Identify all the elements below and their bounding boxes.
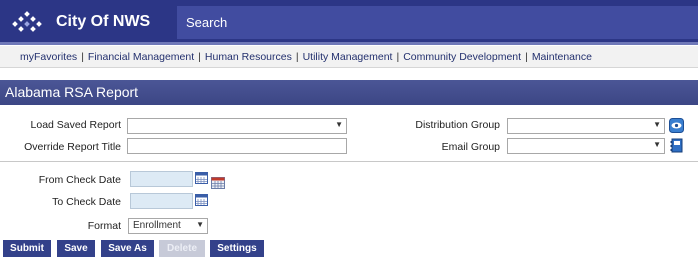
section-divider (0, 161, 698, 162)
main-nav: myFavorites | Financial Management | Human R… (0, 46, 698, 68)
nav-item-human-resources[interactable]: Human Resources (205, 51, 292, 63)
save-as-button[interactable]: Save As (101, 240, 154, 257)
nav-separator: | (295, 51, 299, 63)
format-value: Enrollment (133, 220, 181, 231)
nav-item-maintenance[interactable]: Maintenance (532, 51, 592, 63)
top-header: City Of NWS Search (0, 0, 698, 45)
nav-separator: | (396, 51, 400, 63)
from-check-date-label: From Check Date (38, 174, 121, 186)
nav-item-financial-management[interactable]: Financial Management (88, 51, 194, 63)
calendar-grid-icon[interactable] (211, 177, 225, 189)
chevron-down-icon: ▼ (653, 120, 661, 129)
save-button[interactable]: Save (57, 240, 95, 257)
calendar-icon[interactable] (195, 172, 208, 184)
to-check-date-label: To Check Date (52, 196, 121, 208)
load-saved-report-select[interactable]: ▼ (127, 118, 347, 134)
chevron-down-icon: ▼ (335, 120, 343, 129)
calendar-icon[interactable] (195, 194, 208, 206)
distribution-group-label: Distribution Group (415, 119, 500, 131)
override-report-title-input[interactable] (127, 138, 347, 154)
distribution-group-select[interactable]: ▼ (507, 118, 665, 134)
override-report-title-label: Override Report Title (24, 141, 121, 153)
email-group-label: Email Group (441, 141, 500, 153)
page-title: Alabama RSA Report (5, 84, 139, 100)
to-check-date-input[interactable] (130, 193, 193, 209)
load-saved-report-label: Load Saved Report (30, 119, 121, 131)
search-label: Search (186, 15, 228, 30)
settings-button[interactable]: Settings (210, 240, 264, 257)
from-check-date-input[interactable] (130, 171, 193, 187)
search-input[interactable]: Search (177, 6, 698, 39)
report-title-bar: Alabama RSA Report (0, 80, 698, 105)
nav-item-myfavorites[interactable]: myFavorites (20, 51, 77, 63)
address-book-icon[interactable] (670, 138, 683, 153)
nav-item-community-development[interactable]: Community Development (403, 51, 521, 63)
nav-item-utility-management[interactable]: Utility Management (303, 51, 393, 63)
chevron-down-icon: ▼ (653, 140, 661, 149)
app-title: City Of NWS (56, 13, 151, 30)
nav-separator: | (525, 51, 528, 63)
nav-separator: | (81, 51, 84, 63)
format-label: Format (87, 220, 121, 232)
nav-separator: | (198, 51, 201, 63)
format-select[interactable]: Enrollment ▼ (128, 218, 208, 234)
chevron-down-icon: ▼ (196, 220, 204, 229)
submit-button[interactable]: Submit (3, 240, 51, 257)
email-group-select[interactable]: ▼ (507, 138, 665, 154)
eye-icon[interactable] (669, 118, 684, 133)
diamond-dots-logo-icon[interactable] (12, 11, 42, 35)
delete-button[interactable]: Delete (159, 240, 205, 257)
